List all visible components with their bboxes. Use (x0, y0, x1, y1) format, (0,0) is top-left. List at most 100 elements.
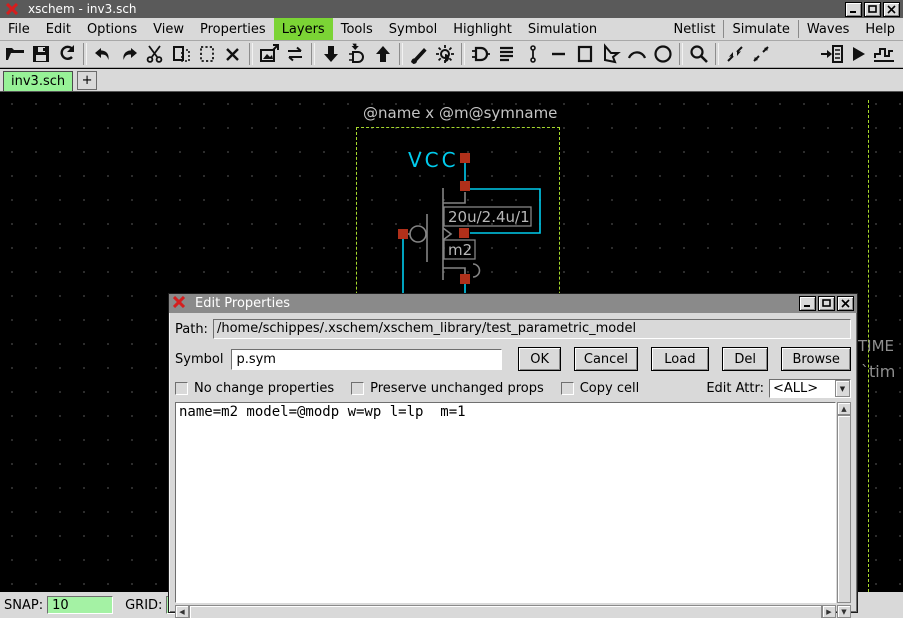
simulate-icon[interactable] (845, 42, 871, 66)
copy-cell-label: Copy cell (580, 381, 639, 396)
menu-edit[interactable]: Edit (38, 18, 79, 40)
clipped-text-1: TIME (858, 337, 894, 355)
cancel-button[interactable]: Cancel (574, 347, 638, 371)
menu-view[interactable]: View (145, 18, 192, 40)
menu-symbol[interactable]: Symbol (381, 18, 445, 40)
toggle-light-icon[interactable] (432, 42, 458, 66)
zoom-in-icon[interactable] (722, 42, 748, 66)
grid-label: GRID: (125, 598, 162, 613)
toolbar-separator (461, 43, 465, 65)
insert-polygon-icon[interactable] (598, 42, 624, 66)
no-change-properties-label: No change properties (194, 381, 334, 396)
wl-param-label[interactable]: 20u/2.4u/1 (448, 208, 530, 226)
vertical-scrollbar[interactable]: ▲ (837, 402, 851, 603)
menu-tools[interactable]: Tools (333, 18, 381, 40)
xschem-window: xschem - inv3.sch File Edit Options View… (0, 0, 903, 618)
scroll-right-icon[interactable]: ▶ (822, 605, 836, 618)
edit-attr-value: <ALL> (770, 381, 835, 396)
chevron-down-icon[interactable]: ▼ (835, 380, 850, 397)
preserve-unchanged-props-checkbox[interactable] (351, 382, 364, 395)
swap-icon[interactable] (282, 42, 308, 66)
xschem-logo-icon (6, 3, 19, 15)
menu-help[interactable]: Help (857, 18, 903, 40)
dialog-title-bar[interactable]: Edit Properties (169, 294, 857, 313)
insert-arc-icon[interactable] (624, 42, 650, 66)
xschem-logo-icon (173, 296, 186, 312)
insert-symbol-icon[interactable] (468, 42, 494, 66)
paint-icon[interactable] (406, 42, 432, 66)
menu-waves[interactable]: Waves (799, 18, 857, 40)
instance-name-label[interactable]: m2 (448, 241, 472, 259)
undo-icon[interactable] (90, 42, 116, 66)
scroll-left-icon[interactable]: ◀ (175, 605, 189, 618)
delete-icon[interactable] (220, 42, 246, 66)
scroll-up-icon[interactable]: ▲ (837, 402, 851, 415)
menu-netlist[interactable]: Netlist (666, 18, 724, 40)
symbol-input[interactable]: p.sym (231, 349, 502, 370)
menu-simulation[interactable]: Simulation (520, 18, 605, 40)
menu-layers[interactable]: Layers (274, 18, 333, 40)
reload-icon[interactable] (54, 42, 80, 66)
browse-button[interactable]: Browse (781, 347, 851, 371)
edit-properties-dialog: Edit Properties Path: /home/schippes/.xs… (168, 293, 858, 613)
tab-inv3[interactable]: inv3.sch (3, 71, 73, 91)
edit-attr-label: Edit Attr: (706, 381, 764, 396)
snap-input[interactable]: 10 (47, 596, 113, 614)
zoom-box-icon[interactable] (686, 42, 712, 66)
maximize-icon[interactable] (864, 2, 881, 17)
copy-icon[interactable] (168, 42, 194, 66)
path-field[interactable]: /home/schippes/.xschem/xschem_library/te… (213, 319, 851, 339)
dialog-title: Edit Properties (195, 296, 290, 311)
scroll-down-icon[interactable]: ▼ (837, 605, 851, 618)
symbol-label: Symbol (175, 352, 223, 367)
properties-textarea[interactable]: name=m2 model=@modp w=wp l=lp m=1 (175, 402, 836, 603)
title-bar[interactable]: xschem - inv3.sch (0, 0, 903, 18)
path-label: Path: (175, 322, 208, 337)
waves-icon[interactable] (871, 42, 897, 66)
cut-icon[interactable] (142, 42, 168, 66)
save-icon[interactable] (28, 42, 54, 66)
toolbar (0, 41, 903, 68)
horizontal-scroll-thumb[interactable] (189, 605, 822, 618)
push-down-icon[interactable] (318, 42, 344, 66)
make-symbol-icon[interactable] (256, 42, 282, 66)
insert-rect-icon[interactable] (572, 42, 598, 66)
snap-label: SNAP: (4, 598, 43, 613)
insert-circle-icon[interactable] (650, 42, 676, 66)
menu-simulate[interactable]: Simulate (724, 18, 797, 40)
minimize-icon[interactable] (845, 2, 862, 17)
menu-properties[interactable]: Properties (192, 18, 274, 40)
tab-bar: inv3.sch + (0, 69, 903, 92)
new-tab-button[interactable]: + (77, 71, 97, 90)
close-icon[interactable] (883, 2, 900, 17)
dialog-maximize-icon[interactable] (818, 296, 835, 311)
descend-symbol-icon[interactable] (344, 42, 370, 66)
open-file-icon[interactable] (2, 42, 28, 66)
zoom-out-icon[interactable] (748, 42, 774, 66)
dialog-close-icon[interactable] (837, 296, 854, 311)
del-button[interactable]: Del (722, 347, 768, 371)
insert-text-icon[interactable] (494, 42, 520, 66)
pop-up-icon[interactable] (370, 42, 396, 66)
insert-wire-icon[interactable] (520, 42, 546, 66)
copy-cell-checkbox[interactable] (561, 382, 574, 395)
horizontal-scrollbar[interactable]: ◀ ▶ ▼ (175, 605, 851, 618)
menu-options[interactable]: Options (79, 18, 145, 40)
ok-button[interactable]: OK (518, 347, 561, 371)
netlist-icon[interactable] (819, 42, 845, 66)
menu-highlight[interactable]: Highlight (445, 18, 520, 40)
edit-attr-dropdown[interactable]: <ALL> ▼ (769, 379, 851, 398)
preserve-unchanged-props-label: Preserve unchanged props (370, 381, 544, 396)
dialog-minimize-icon[interactable] (799, 296, 816, 311)
vertical-scroll-thumb[interactable] (837, 415, 851, 603)
toolbar-separator (399, 43, 403, 65)
redo-icon[interactable] (116, 42, 142, 66)
menu-bar: File Edit Options View Properties Layers… (0, 18, 903, 41)
menu-file[interactable]: File (0, 18, 38, 40)
insert-line-icon[interactable] (546, 42, 572, 66)
no-change-properties-checkbox[interactable] (175, 382, 188, 395)
toolbar-separator (679, 43, 683, 65)
load-button[interactable]: Load (651, 347, 709, 371)
paste-icon[interactable] (194, 42, 220, 66)
toolbar-separator (311, 43, 315, 65)
